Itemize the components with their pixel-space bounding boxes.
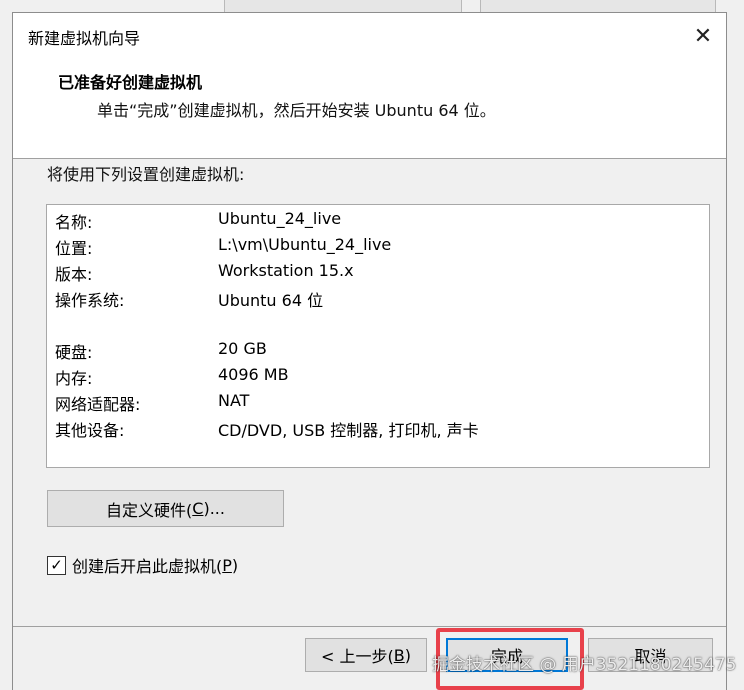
summary-key: 硬盘: <box>55 343 93 362</box>
summary-key: 操作系统: <box>55 291 125 310</box>
summary-value: Ubuntu_24_live <box>218 209 342 228</box>
checkmark-icon: ✓ <box>50 555 63 574</box>
summary-intro-label: 将使用下列设置创建虚拟机: <box>47 165 245 184</box>
cancel-button[interactable]: 取消 <box>588 638 713 672</box>
new-vm-wizard-dialog: 新建虚拟机向导 ✕ 已准备好创建虚拟机 单击“完成”创建虚拟机，然后开始安装 U… <box>12 12 727 690</box>
summary-value: Workstation 15.x <box>218 261 354 280</box>
button-label: 取消 <box>634 647 667 666</box>
settings-summary-box: 名称: Ubuntu_24_live 位置: L:\vm\Ubuntu_24_l… <box>46 204 710 468</box>
window-title: 新建虚拟机向导 <box>28 29 141 48</box>
summary-key: 名称: <box>55 213 93 232</box>
power-on-after-creation-checkbox[interactable]: ✓ 创建后开启此虚拟机(P) <box>47 553 238 577</box>
summary-value: 4096 MB <box>218 365 289 384</box>
summary-value: NAT <box>218 391 250 410</box>
button-label: < 上一步( <box>321 647 394 666</box>
title-bar: 新建虚拟机向导 ✕ <box>13 13 726 59</box>
summary-key: 版本: <box>55 265 93 284</box>
summary-value: Ubuntu 64 位 <box>218 291 324 310</box>
close-button[interactable]: ✕ <box>680 13 726 59</box>
summary-value: 20 GB <box>218 339 267 358</box>
button-label: 完成 <box>490 647 523 666</box>
button-label: 自定义硬件( <box>106 500 193 520</box>
back-button[interactable]: < 上一步(B) <box>305 638 427 672</box>
footer-divider <box>13 626 726 627</box>
page-subtitle: 单击“完成”创建虚拟机，然后开始安装 Ubuntu 64 位。 <box>97 101 496 120</box>
mnemonic-key: C <box>192 499 204 518</box>
checkbox-label: 创建后开启此虚拟机( <box>72 557 223 576</box>
summary-key: 内存: <box>55 369 93 388</box>
button-label-suffix: )... <box>203 499 225 518</box>
summary-value: CD/DVD, USB 控制器, 打印机, 声卡 <box>218 421 479 440</box>
summary-key: 位置: <box>55 239 93 258</box>
finish-button[interactable]: 完成 <box>446 638 568 672</box>
summary-key: 网络适配器: <box>55 395 141 414</box>
summary-value: L:\vm\Ubuntu_24_live <box>218 235 392 254</box>
checkbox-label-suffix: ) <box>231 555 239 575</box>
page-title: 已准备好创建虚拟机 <box>58 73 203 92</box>
summary-key: 其他设备: <box>55 421 125 440</box>
wizard-header: 已准备好创建虚拟机 单击“完成”创建虚拟机，然后开始安装 Ubuntu 64 位… <box>13 59 726 159</box>
mnemonic-key: B <box>393 645 405 665</box>
customize-hardware-button[interactable]: 自定义硬件(C)... <box>47 490 284 527</box>
close-icon: ✕ <box>693 23 713 49</box>
mnemonic-key: P <box>222 555 232 575</box>
checkbox-box[interactable]: ✓ <box>47 555 66 575</box>
button-label-suffix: ) <box>404 645 411 665</box>
